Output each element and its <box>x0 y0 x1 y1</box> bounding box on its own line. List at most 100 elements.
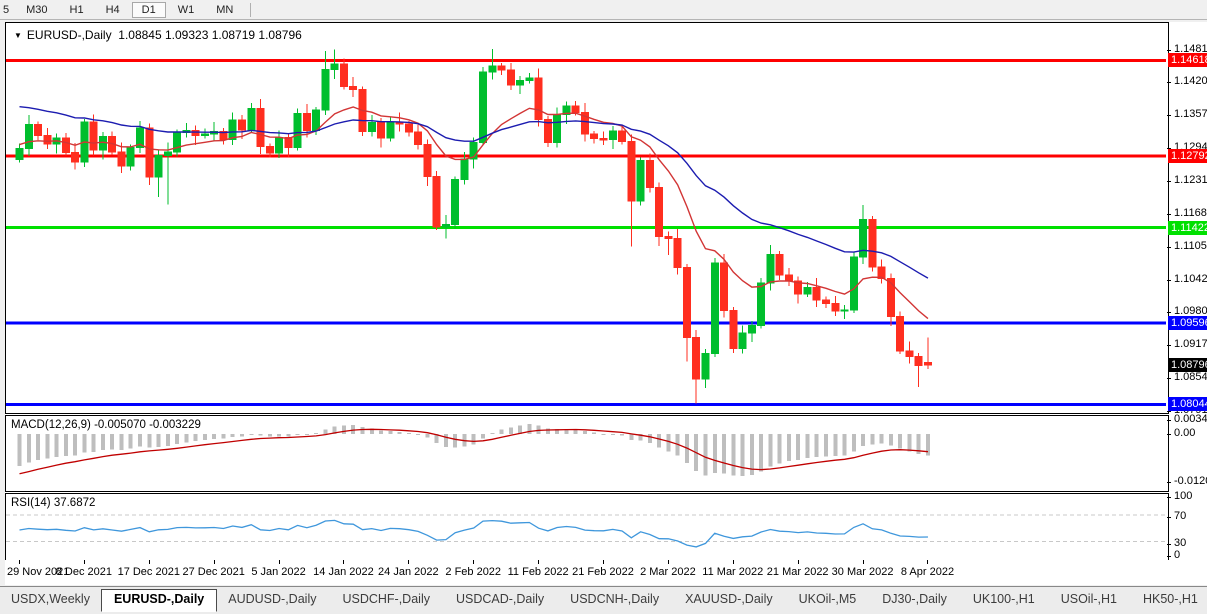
date-label: 2 Mar 2022 <box>640 566 696 578</box>
axis-tick-mark <box>1167 482 1171 483</box>
axis-tick-mark <box>1167 82 1171 83</box>
chart-tab-audusd-daily[interactable]: AUDUSD-,Daily <box>217 590 327 610</box>
chart-tab-usoil-h1[interactable]: USOil-,H1 <box>1050 590 1128 610</box>
axis-label: 1.11050 <box>1174 240 1207 252</box>
timeframe-button-5[interactable]: 5 <box>1 2 14 18</box>
timeframe-toolbar: 5M30H1H4D1W1MN <box>0 0 1207 20</box>
date-tick-mark <box>149 560 150 564</box>
axis-tick-mark <box>1167 434 1171 435</box>
date-label: 8 Dec 2021 <box>56 566 112 578</box>
date-label: 17 Dec 2021 <box>118 566 180 578</box>
price-level-badge: 1.11422 <box>1168 221 1207 235</box>
chart-tab-usdcad-daily[interactable]: USDCAD-,Daily <box>445 590 555 610</box>
axis-label: -0.01205 <box>1174 475 1207 487</box>
candlestick-chart[interactable] <box>6 23 1166 411</box>
price-level-badge: 1.09596 <box>1168 316 1207 330</box>
axis-label: 1.11680 <box>1174 207 1207 219</box>
price-level-badge: 1.08044 <box>1168 397 1207 411</box>
axis-label: 0 <box>1174 549 1180 561</box>
chart-tab-ukoil-m5[interactable]: UKOil-,M5 <box>788 590 868 610</box>
axis-tick-mark <box>1167 280 1171 281</box>
axis-tick-mark <box>1167 312 1171 313</box>
date-tick-mark <box>343 560 344 564</box>
date-axis[interactable]: 29 Nov 20218 Dec 202117 Dec 202127 Dec 2… <box>5 560 1207 585</box>
chart-tab-eurusd-daily[interactable]: EURUSD-,Daily <box>101 589 217 612</box>
date-tick-mark <box>408 560 409 564</box>
axis-tick-mark <box>1167 556 1171 557</box>
axis-label: 100 <box>1174 490 1192 502</box>
timeframe-button-d1[interactable]: D1 <box>132 2 166 18</box>
date-label: 11 Mar 2022 <box>702 566 763 578</box>
chart-title: ▼ EURUSD-,Daily 1.08845 1.09323 1.08719 1… <box>14 28 302 42</box>
timeframe-button-h1[interactable]: H1 <box>60 2 94 18</box>
axis-label: 1.14200 <box>1174 75 1207 87</box>
date-tick-mark <box>798 560 799 564</box>
date-tick-mark <box>19 560 20 564</box>
axis-tick-mark <box>1167 345 1171 346</box>
axis-tick-mark <box>1167 50 1171 51</box>
axis-label: 1.10420 <box>1174 273 1207 285</box>
date-label: 8 Apr 2022 <box>901 566 954 578</box>
axis-label: 1.13570 <box>1174 108 1207 120</box>
rsi-chart[interactable] <box>6 494 1166 559</box>
date-tick-mark <box>279 560 280 564</box>
date-tick-mark <box>603 560 604 564</box>
axis-tick-mark <box>1167 181 1171 182</box>
chart-tab-hk50-h1[interactable]: HK50-,H1 <box>1132 590 1207 610</box>
axis-tick-mark <box>1167 115 1171 116</box>
trading-app-window: 5M30H1H4D1W1MN ▼ EURUSD-,Daily 1.08845 1.… <box>0 0 1207 614</box>
date-tick-mark <box>927 560 928 564</box>
chart-tab-uk100-h1[interactable]: UK100-,H1 <box>962 590 1046 610</box>
rsi-indicator-label: RSI(14) 37.6872 <box>11 497 95 509</box>
date-label: 30 Mar 2022 <box>832 566 894 578</box>
date-label: 5 Jan 2022 <box>251 566 305 578</box>
date-tick-mark <box>538 560 539 564</box>
date-label: 2 Feb 2022 <box>445 566 501 578</box>
chart-tab-usdchf-daily[interactable]: USDCHF-,Daily <box>331 590 441 610</box>
date-label: 27 Dec 2021 <box>182 566 244 578</box>
chart-symbol-period: EURUSD-,Daily <box>27 28 112 42</box>
price-chart-pane[interactable]: ▼ EURUSD-,Daily 1.08845 1.09323 1.08719 1… <box>5 22 1169 414</box>
date-label: 21 Mar 2022 <box>767 566 829 578</box>
axis-tick-mark <box>1167 214 1171 215</box>
axis-tick-mark <box>1167 544 1171 545</box>
timeframe-button-h4[interactable]: H4 <box>96 2 130 18</box>
date-tick-mark <box>668 560 669 564</box>
toolbar-separator <box>250 3 251 17</box>
axis-tick-mark <box>1167 517 1171 518</box>
date-label: 24 Jan 2022 <box>378 566 439 578</box>
chart-tab-usdx-weekly[interactable]: USDX,Weekly <box>0 590 101 610</box>
price-level-badge: 1.14618 <box>1168 53 1207 67</box>
chart-ohlc-values: 1.08845 1.09323 1.08719 1.08796 <box>118 28 302 42</box>
date-label: 21 Feb 2022 <box>572 566 634 578</box>
axis-tick-mark <box>1167 420 1171 421</box>
rsi-pane[interactable]: RSI(14) 37.6872 <box>5 493 1169 562</box>
axis-tick-mark <box>1167 497 1171 498</box>
timeframe-button-w1[interactable]: W1 <box>168 2 205 18</box>
price-level-badge: 1.12792 <box>1168 149 1207 163</box>
date-label: 14 Jan 2022 <box>313 566 374 578</box>
axis-label: 0.00 <box>1174 427 1195 439</box>
macd-indicator-label: MACD(12,26,9) -0.005070 -0.003229 <box>11 419 201 431</box>
axis-label: 1.09175 <box>1174 338 1207 350</box>
timeframe-button-mn[interactable]: MN <box>206 2 243 18</box>
date-label: 11 Feb 2022 <box>508 566 569 578</box>
collapse-chart-icon[interactable]: ▼ <box>14 31 22 40</box>
axis-label: 0.003408 <box>1174 413 1207 425</box>
chart-frame: ▼ EURUSD-,Daily 1.08845 1.09323 1.08719 1… <box>5 22 1207 585</box>
axis-tick-mark <box>1167 378 1171 379</box>
date-tick-mark <box>863 560 864 564</box>
date-tick-mark <box>733 560 734 564</box>
chart-tab-dj30-daily[interactable]: DJ30-,Daily <box>871 590 958 610</box>
price-level-badge: 1.08796 <box>1168 358 1207 372</box>
chart-tab-bar: USDX,WeeklyEURUSD-,DailyAUDUSD-,DailyUSD… <box>0 586 1207 614</box>
chart-tab-usdcnh-daily[interactable]: USDCNH-,Daily <box>559 590 670 610</box>
date-tick-mark <box>214 560 215 564</box>
timeframe-button-m30[interactable]: M30 <box>16 2 57 18</box>
axis-tick-mark <box>1167 247 1171 248</box>
axis-label: 1.12310 <box>1174 174 1207 186</box>
axis-label: 30 <box>1174 537 1186 549</box>
chart-tab-xauusd-daily[interactable]: XAUUSD-,Daily <box>674 590 784 610</box>
macd-pane[interactable]: MACD(12,26,9) -0.005070 -0.003229 <box>5 415 1169 492</box>
axis-label: 1.08545 <box>1174 371 1207 383</box>
